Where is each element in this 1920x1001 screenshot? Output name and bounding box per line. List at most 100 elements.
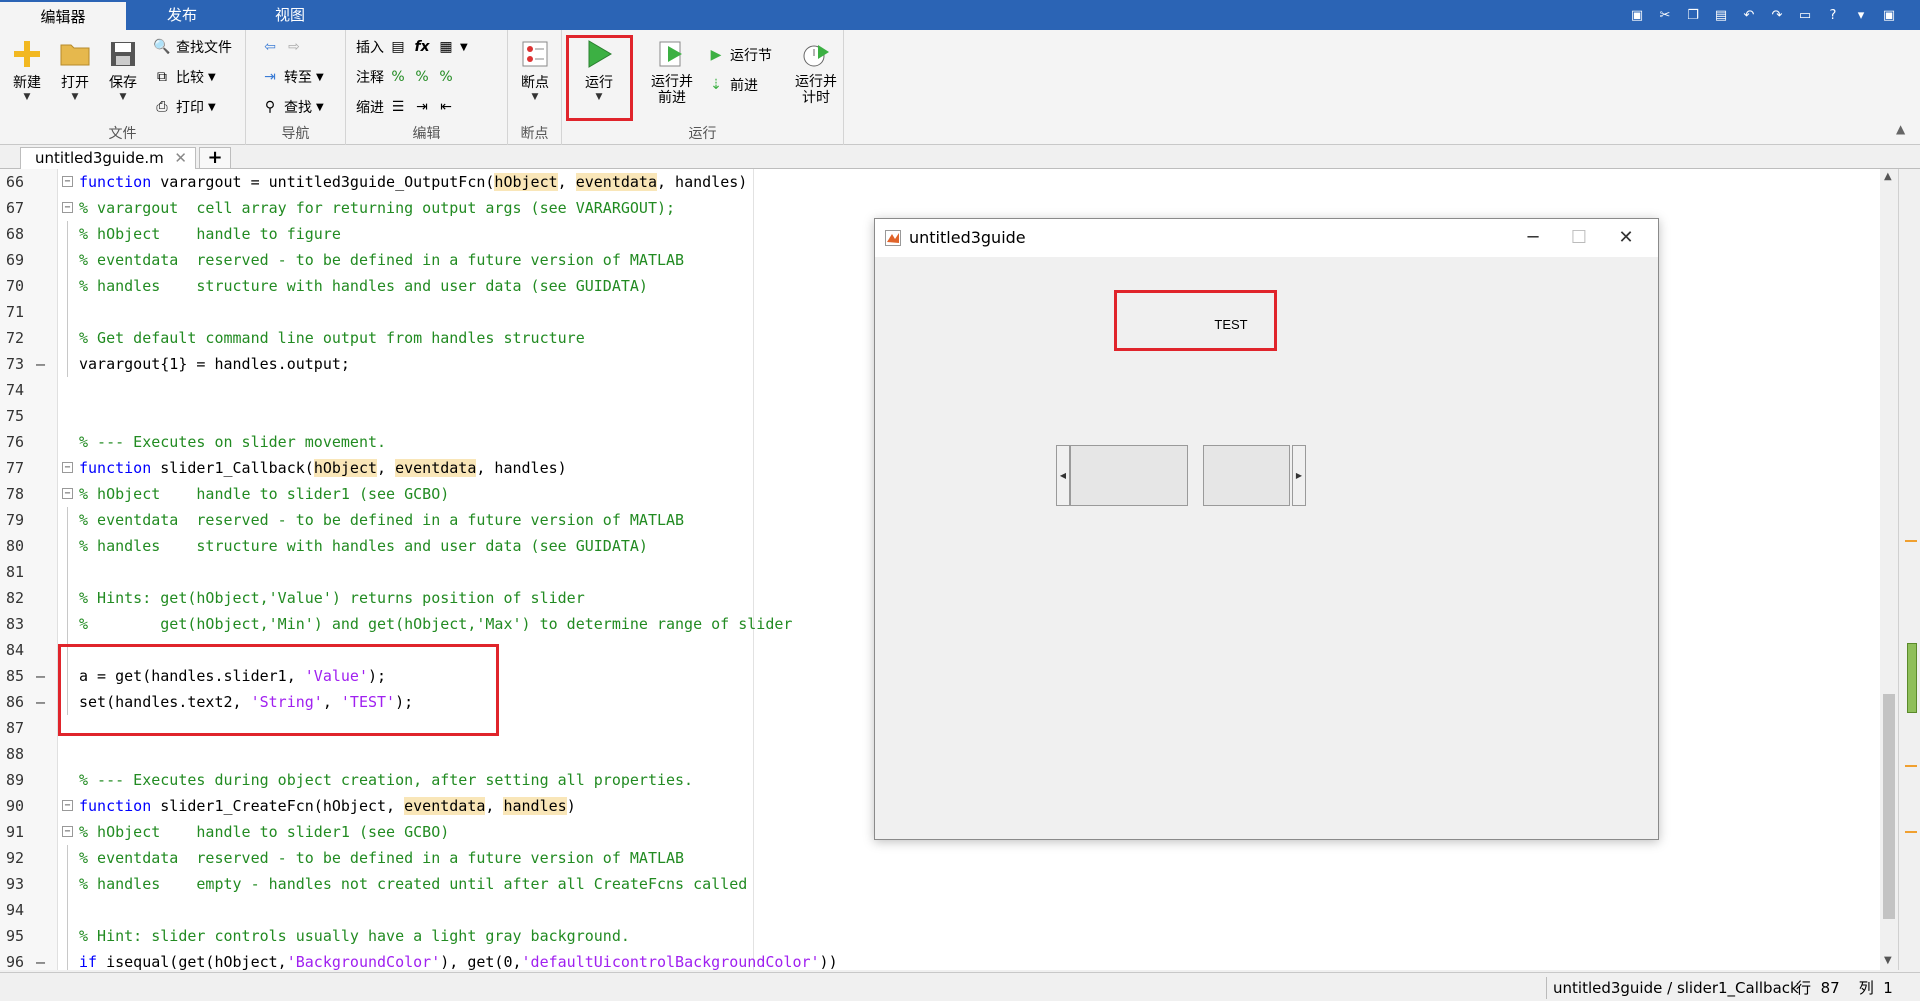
code-analyzer-bar[interactable] — [1898, 169, 1920, 970]
ribbon: 新建 ▼ 打开 ▼ 保存 ▼ 🔍 查找文件 ⧉ 比较 ▼ ⎙ 打印 ▼ 文件 ⇦ ⇨ ⇥ 转至… — [0, 30, 1920, 145]
fold-guide — [67, 507, 68, 533]
analyzer-marker[interactable] — [1905, 765, 1917, 767]
fold-toggle-icon[interactable]: − — [62, 176, 73, 187]
slider1[interactable]: ◀ ▶ — [1056, 445, 1306, 506]
find-files-icon: 🔍 — [153, 39, 171, 55]
find-files-button[interactable]: 🔍 查找文件 — [152, 34, 232, 60]
slider-right-arrow-icon[interactable]: ▶ — [1292, 445, 1306, 506]
advance-button[interactable]: ⇣ 前进 — [706, 72, 758, 98]
cut-icon[interactable]: ✂ — [1654, 4, 1676, 26]
fold-guide — [67, 559, 68, 585]
code-text: % varargout cell array for returning out… — [79, 199, 676, 217]
line-number: 88 — [6, 745, 25, 763]
code-text: % handles structure with handles and use… — [79, 277, 648, 295]
chevron-down-icon: ▼ — [119, 92, 127, 102]
run-and-time-button[interactable]: 运行并 计时 — [788, 36, 844, 122]
fold-toggle-icon[interactable]: − — [62, 826, 73, 837]
figure-window[interactable]: untitled3guide ─ ☐ ✕ TEST ◀ ▶ — [874, 218, 1659, 840]
chevron-down-icon: ▼ — [23, 92, 31, 102]
code-line[interactable]: 96 — if isequal(get(hObject,'BackgroundCol… — [0, 949, 1898, 970]
code-text: % get(hObject,'Min') and get(hObject,'Ma… — [79, 615, 793, 633]
close-window-icon[interactable]: ✕ — [1603, 219, 1649, 257]
figure-titlebar[interactable]: untitled3guide ─ ☐ ✕ — [875, 219, 1658, 257]
collapse-ribbon-icon[interactable]: ▲ — [1896, 122, 1912, 138]
breakpoint-marker[interactable]: — — [36, 351, 45, 377]
redo-icon[interactable]: ↷ — [1766, 4, 1788, 26]
fold-toggle-icon[interactable]: − — [62, 202, 73, 213]
fold-toggle-icon[interactable]: − — [62, 800, 73, 811]
analyzer-marker[interactable] — [1905, 831, 1917, 833]
indent-button[interactable]: 缩进 ☰ ⇥ ⇤ — [356, 94, 456, 120]
fold-toggle-icon[interactable]: − — [62, 488, 73, 499]
compare-button[interactable]: ⧉ 比较 ▼ — [152, 64, 216, 90]
tab-view[interactable]: 视图 — [246, 0, 334, 30]
run-section-button[interactable]: ▶ 运行节 — [706, 42, 772, 68]
tab-editor[interactable]: 编辑器 — [0, 0, 126, 31]
code-line[interactable]: 95 % Hint: slider controls usually have a… — [0, 923, 1898, 949]
group-edit: 插入 ▤ fx ▦ ▼ 注释%%% 缩进 ☰ ⇥ ⇤ 编辑 — [346, 30, 508, 145]
close-icon[interactable]: ✕ — [174, 148, 187, 168]
group-file: 新建 ▼ 打开 ▼ 保存 ▼ 🔍 查找文件 ⧉ 比较 ▼ ⎙ 打印 ▼ 文件 — [0, 30, 246, 145]
switch-windows-icon[interactable]: ▭ — [1794, 4, 1816, 26]
expand-icon[interactable]: ▣ — [1878, 4, 1900, 26]
paste-icon[interactable]: ▤ — [1710, 4, 1732, 26]
scrollbar-thumb[interactable] — [1883, 694, 1895, 919]
breakpoint-marker[interactable]: — — [36, 949, 45, 970]
new-button[interactable]: 新建 ▼ — [4, 36, 50, 122]
editor-vertical-scrollbar[interactable]: ▲ ▼ — [1880, 169, 1898, 970]
run-and-advance-button[interactable]: 运行并 前进 — [644, 36, 700, 122]
chevron-down-icon: ▼ — [71, 92, 79, 102]
code-line[interactable]: 66 − function varargout = untitled3guide_O… — [0, 169, 1898, 195]
find-button[interactable]: ⚲ 查找 ▼ — [260, 94, 324, 120]
fold-guide — [67, 585, 68, 611]
scroll-up-icon[interactable]: ▲ — [1884, 171, 1892, 182]
code-text: % Hints: get(hObject,'Value') returns po… — [79, 589, 585, 607]
code-text: function slider1_Callback(hObject, event… — [79, 459, 567, 477]
help-icon[interactable]: ? — [1822, 4, 1844, 26]
scroll-down-icon[interactable]: ▼ — [1884, 955, 1892, 966]
maximize-icon[interactable]: ☐ — [1556, 219, 1602, 257]
print-button[interactable]: ⎙ 打印 ▼ — [152, 94, 215, 120]
breakpoint-marker[interactable]: — — [36, 663, 45, 689]
save-button[interactable]: 保存 ▼ — [100, 36, 146, 122]
back-forward-buttons[interactable]: ⇦ ⇨ — [260, 34, 304, 60]
uncomment-icon: % — [415, 69, 429, 85]
fold-toggle-icon[interactable]: − — [62, 462, 73, 473]
dropdown-icon[interactable]: ▾ — [1850, 4, 1872, 26]
line-number: 67 — [6, 199, 25, 217]
code-line[interactable]: 94 — [0, 897, 1898, 923]
slider-trough-left[interactable] — [1070, 445, 1188, 506]
copy-icon[interactable]: ❐ — [1682, 4, 1704, 26]
analyzer-status-indicator[interactable] — [1907, 643, 1917, 713]
open-button[interactable]: 打开 ▼ — [52, 36, 98, 122]
goto-button[interactable]: ⇥ 转至 ▼ — [260, 64, 324, 90]
line-number: 70 — [6, 277, 25, 295]
code-text: % eventdata reserved - to be defined in … — [79, 251, 685, 269]
line-number: 73 — [6, 355, 25, 373]
line-number: 91 — [6, 823, 25, 841]
code-line[interactable]: 93 % handles empty - handles not created … — [0, 871, 1898, 897]
line-number: 68 — [6, 225, 25, 243]
undo-icon[interactable]: ↶ — [1738, 4, 1760, 26]
code-line[interactable]: 92 % eventdata reserved - to be defined i… — [0, 845, 1898, 871]
tab-publish[interactable]: 发布 — [138, 0, 226, 30]
code-text: % hObject handle to slider1 (see GCBO) — [79, 823, 450, 841]
code-text: % eventdata reserved - to be defined in … — [79, 849, 685, 867]
breakpoints-button[interactable]: 断点 ▼ — [512, 36, 558, 122]
code-text: % hObject handle to slider1 (see GCBO) — [79, 485, 450, 503]
save-icon[interactable]: ▣ — [1626, 4, 1648, 26]
add-tab-button[interactable]: + — [199, 147, 231, 169]
slider-trough-right[interactable] — [1203, 445, 1290, 506]
comment-button[interactable]: 注释%%% — [356, 64, 456, 90]
slider-left-arrow-icon[interactable]: ◀ — [1056, 445, 1070, 506]
analyzer-marker[interactable] — [1905, 540, 1917, 542]
insert-button[interactable]: 插入 ▤ fx ▦ ▼ — [356, 34, 468, 60]
line-number: 72 — [6, 329, 25, 347]
minimize-icon[interactable]: ─ — [1510, 219, 1556, 257]
line-number: 82 — [6, 589, 25, 607]
code-text: % Hint: slider controls usually have a l… — [79, 927, 630, 945]
goto-icon: ⇥ — [264, 69, 276, 85]
breakpoint-marker[interactable]: — — [36, 689, 45, 715]
doc-tab-untitled3guide[interactable]: untitled3guide.m ✕ — [20, 147, 196, 169]
code-text: function varargout = untitled3guide_Outp… — [79, 173, 748, 191]
